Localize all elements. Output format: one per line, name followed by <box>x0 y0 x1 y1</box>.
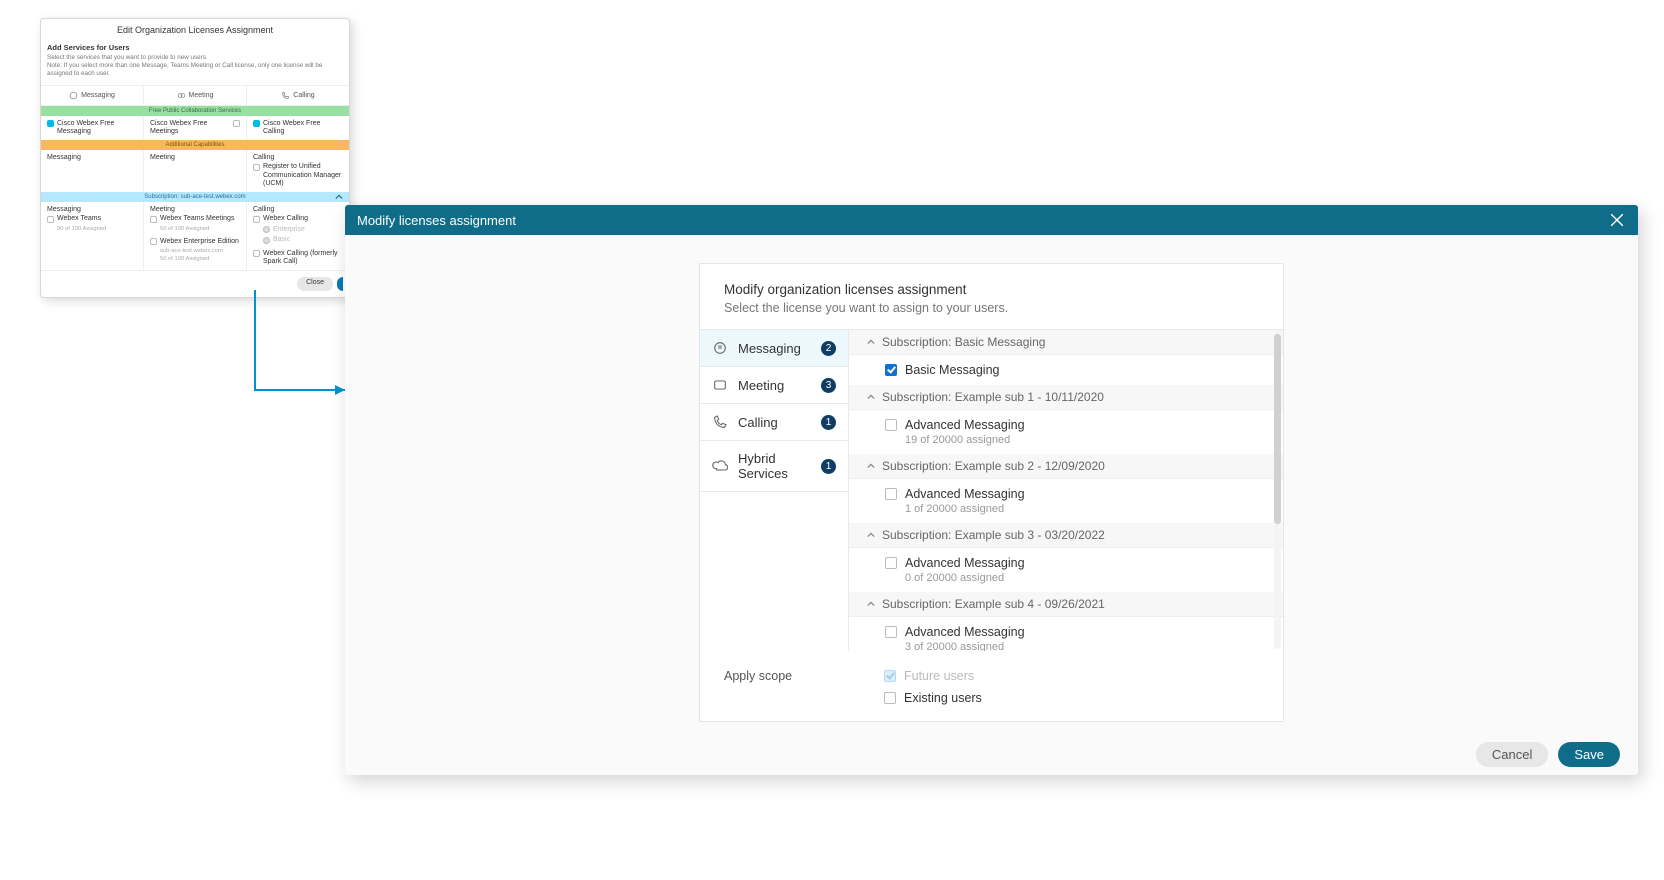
old-tabs: Messaging Meeting Calling <box>41 85 349 106</box>
license-item[interactable]: Advanced Messaging 3 of 20000 assigned <box>849 617 1283 651</box>
old-desc-2: Note: If you select more than one Messag… <box>41 62 349 78</box>
category-badge: 1 <box>821 459 836 474</box>
old-ucm-check[interactable]: Register to Unified Communication Manage… <box>253 163 343 188</box>
category-call[interactable]: Calling 1 <box>700 404 848 441</box>
old-section-header: Add Services for Users <box>41 43 349 54</box>
chevron-up-icon <box>335 193 343 201</box>
license-item[interactable]: Basic Messaging <box>849 355 1283 385</box>
license-assigned-count: 1 of 20000 assigned <box>905 503 1025 515</box>
old-enterprise-radio[interactable]: Enterprise <box>253 226 343 234</box>
old-additional-row: Messaging Meeting Calling Register to Un… <box>41 150 349 192</box>
chevron-up-icon <box>867 462 875 470</box>
old-title: Edit Organization Licenses Assignment <box>41 19 349 43</box>
meeting-icon <box>177 91 186 100</box>
license-checkbox[interactable] <box>885 557 897 569</box>
license-assigned-count: 3 of 20000 assigned <box>905 641 1025 651</box>
msg-icon <box>712 340 728 356</box>
license-item[interactable]: Advanced Messaging 0 of 20000 assigned <box>849 548 1283 592</box>
old-free-meet-check[interactable]: Cisco Webex Free Meetings <box>150 120 240 137</box>
old-free-call-check[interactable]: Cisco Webex Free Calling <box>253 120 343 137</box>
old-tab-meeting[interactable]: Meeting <box>143 86 246 105</box>
chevron-up-icon <box>867 338 875 346</box>
chevron-up-icon <box>867 531 875 539</box>
meet-icon <box>712 377 728 393</box>
call-icon <box>712 414 728 430</box>
old-tab-messaging[interactable]: Messaging <box>41 86 143 105</box>
category-badge: 3 <box>821 378 836 393</box>
dialog-title: Modify licenses assignment <box>357 213 1608 228</box>
category-hyb[interactable]: Hybrid Services 1 <box>700 441 848 492</box>
category-label: Hybrid Services <box>738 451 811 481</box>
category-column: Messaging2Meeting3Calling1Hybrid Service… <box>700 329 848 651</box>
license-assigned-count: 19 of 20000 assigned <box>905 434 1025 446</box>
dialog-footer: Cancel Save <box>345 732 1638 781</box>
license-label: Advanced Messaging <box>905 487 1025 501</box>
license-label: Advanced Messaging <box>905 556 1025 570</box>
category-meet[interactable]: Meeting 3 <box>700 367 848 404</box>
chat-icon <box>69 91 78 100</box>
scrollbar[interactable] <box>1274 332 1281 649</box>
category-label: Messaging <box>738 341 811 356</box>
chevron-up-icon <box>867 393 875 401</box>
subscription-header[interactable]: Subscription: Basic Messaging <box>849 330 1283 355</box>
band-additional: Additional Capabilities <box>41 140 349 150</box>
category-label: Meeting <box>738 378 811 393</box>
old-enterprise-edition-check[interactable]: Webex Enterprise Edition <box>150 238 240 246</box>
modify-licenses-dialog: Modify licenses assignment Modify organi… <box>345 205 1638 775</box>
hyb-icon <box>712 458 728 474</box>
license-item[interactable]: Advanced Messaging 1 of 20000 assigned <box>849 479 1283 523</box>
category-badge: 1 <box>821 415 836 430</box>
license-checkbox[interactable] <box>885 488 897 500</box>
old-sub-row: Messaging Webex Teams 90 of 100 Assigned… <box>41 202 349 270</box>
old-webex-calling-check[interactable]: Webex Calling <box>253 215 343 223</box>
subscription-header[interactable]: Subscription: Example sub 4 - 09/26/2021 <box>849 592 1283 617</box>
future-users-checkbox: Future users <box>884 669 982 683</box>
old-desc-1: Select the services that you want to pro… <box>41 54 349 62</box>
license-panel: Modify organization licenses assignment … <box>699 263 1284 722</box>
panel-heading: Modify organization licenses assignment <box>724 282 1259 297</box>
phone-icon <box>281 91 290 100</box>
license-list: Subscription: Basic Messaging Basic Messa… <box>848 329 1283 651</box>
old-basic-radio[interactable]: Basic <box>253 236 343 244</box>
license-assigned-count: 0 of 20000 assigned <box>905 572 1025 584</box>
old-free-msg-check[interactable]: Cisco Webex Free Messaging <box>47 120 137 137</box>
subscription-header[interactable]: Subscription: Example sub 2 - 12/09/2020 <box>849 454 1283 479</box>
subscription-header[interactable]: Subscription: Example sub 1 - 10/11/2020 <box>849 385 1283 410</box>
close-icon[interactable] <box>1608 211 1626 229</box>
panel-subheading: Select the license you want to assign to… <box>724 301 1259 315</box>
band-free: Free Public Collaboration Services <box>41 106 349 116</box>
license-label: Advanced Messaging <box>905 625 1025 639</box>
category-msg[interactable]: Messaging 2 <box>700 330 848 367</box>
dialog-body: Modify organization licenses assignment … <box>345 235 1638 732</box>
old-tab-calling[interactable]: Calling <box>246 86 349 105</box>
apply-scope-block: Apply scope Future users Existing users <box>700 651 1283 707</box>
cancel-button[interactable]: Cancel <box>1476 742 1548 767</box>
old-free-row: Cisco Webex Free Messaging Cisco Webex F… <box>41 116 349 141</box>
scrollbar-thumb[interactable] <box>1274 334 1281 524</box>
old-edit-license-dialog: Edit Organization Licenses Assignment Ad… <box>40 18 350 298</box>
existing-users-checkbox[interactable]: Existing users <box>884 691 982 705</box>
apply-scope-label: Apply scope <box>724 669 824 705</box>
license-checkbox[interactable] <box>885 364 897 376</box>
license-label: Basic Messaging <box>905 363 1000 377</box>
license-label: Advanced Messaging <box>905 418 1025 432</box>
save-button[interactable]: Save <box>1558 742 1620 767</box>
license-checkbox[interactable] <box>885 626 897 638</box>
old-teams-meetings-check[interactable]: Webex Teams Meetings <box>150 215 240 223</box>
dialog-header: Modify licenses assignment <box>345 205 1638 235</box>
old-spark-call-check[interactable]: Webex Calling (formerly Spark Call) <box>253 250 343 267</box>
old-webex-teams-check[interactable]: Webex Teams <box>47 215 137 223</box>
license-item[interactable]: Advanced Messaging 19 of 20000 assigned <box>849 410 1283 454</box>
subscription-header[interactable]: Subscription: Example sub 3 - 03/20/2022 <box>849 523 1283 548</box>
chevron-up-icon <box>867 600 875 608</box>
category-badge: 2 <box>821 341 836 356</box>
license-checkbox[interactable] <box>885 419 897 431</box>
category-label: Calling <box>738 415 811 430</box>
band-subscription[interactable]: Subscription: sub-ace-test.webex.com <box>41 192 349 202</box>
